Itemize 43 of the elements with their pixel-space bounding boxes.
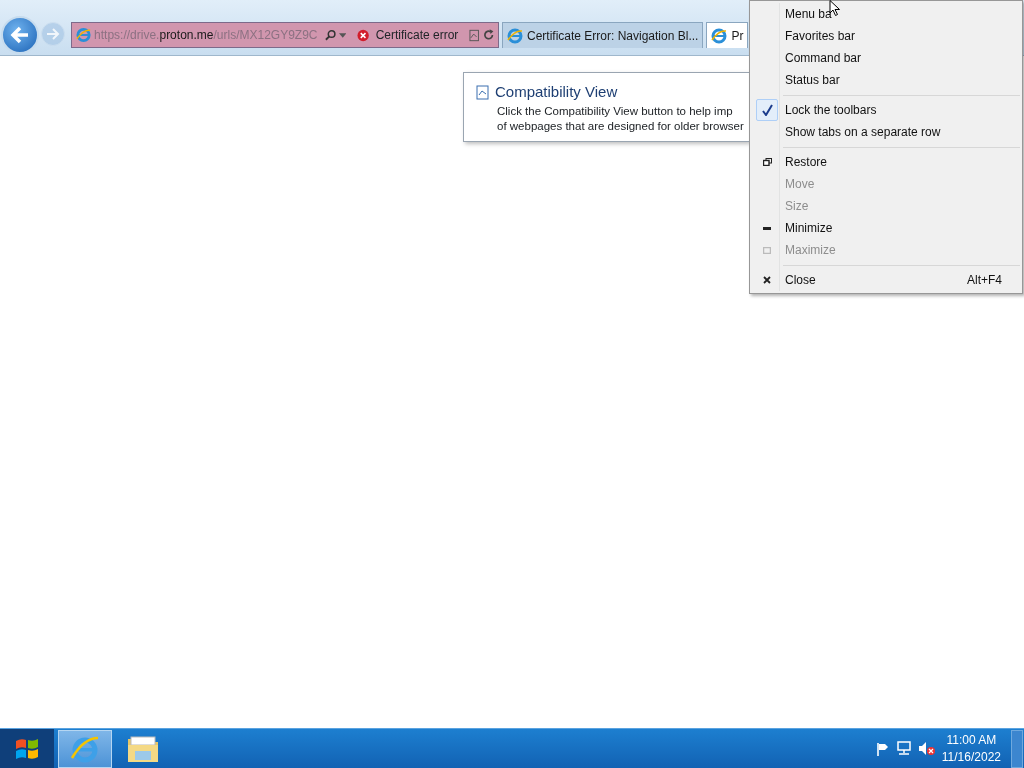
browser-icon (711, 27, 728, 44)
refresh-icon[interactable] (482, 29, 494, 41)
maximize-icon (763, 246, 771, 254)
search-icon[interactable] (324, 29, 336, 41)
minimize-icon (763, 226, 771, 230)
menu-item[interactable]: Status bar (752, 69, 1020, 91)
callout-title: Compatibility View (495, 82, 618, 102)
menu-item[interactable]: Show tabs on a separate row (752, 121, 1020, 143)
back-arrow-icon (10, 26, 30, 44)
address-bar[interactable]: https://drive.proton.me/urls/MX12GY9Z9C Certificate error (71, 22, 499, 48)
back-button[interactable] (1, 16, 39, 54)
restore-icon (762, 158, 772, 166)
start-button[interactable] (0, 728, 54, 768)
browser-icon (507, 27, 523, 44)
tab[interactable]: Pr (706, 22, 749, 48)
flag-icon[interactable] (875, 741, 890, 756)
shortcut-text: Alt+F4 (967, 272, 1003, 289)
menu-item[interactable]: Menu ba (752, 3, 1020, 25)
dropdown-icon[interactable] (338, 32, 347, 38)
network-icon[interactable] (895, 741, 912, 756)
menu-item[interactable]: Favorites bar (752, 25, 1020, 47)
windows-logo-icon (14, 736, 40, 761)
menu-item[interactable]: Minimize (752, 217, 1020, 239)
browser-icon (76, 27, 92, 43)
close-icon (763, 276, 771, 284)
clock-time[interactable]: 11:00 AM (941, 731, 1001, 749)
compatibility-view-icon[interactable] (469, 28, 480, 42)
error-icon (357, 28, 370, 42)
menu-item[interactable]: Command bar (752, 47, 1020, 69)
menu-item[interactable]: Lock the toolbars (752, 99, 1020, 121)
folder-icon (127, 734, 159, 763)
taskbar-app-button[interactable] (58, 729, 112, 768)
menu-item[interactable]: Restore (752, 151, 1020, 173)
forward-arrow-icon (46, 28, 60, 40)
callout-text: Click the Compatibility View button to help imp (496, 103, 734, 119)
menu-item[interactable]: Close Alt+F4 (752, 269, 1020, 291)
url-text: https://drive.proton.me/urls/MX12GY9Z9C (94, 27, 318, 44)
certificate-error-text[interactable]: Certificate error (375, 26, 459, 44)
compatibility-view-icon (476, 84, 489, 100)
callout-text: of webpages that are designed for older browser (496, 118, 745, 134)
tab[interactable]: Certificate Error: Navigation Bl... (502, 22, 704, 48)
muted-speaker-icon[interactable] (917, 741, 936, 756)
clock-date[interactable]: 11/16/2022 (941, 748, 1001, 766)
